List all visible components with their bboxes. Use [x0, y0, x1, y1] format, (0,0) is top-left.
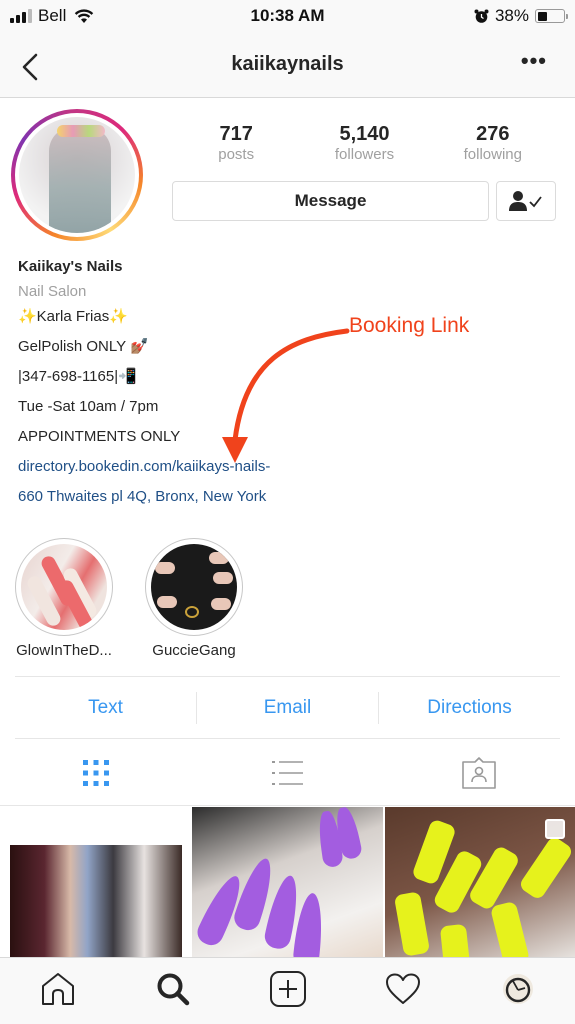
highlight-cover [151, 544, 237, 630]
profile-view-tabs [0, 740, 575, 806]
home-icon [41, 973, 74, 1005]
flower-crown-filter [57, 125, 105, 137]
nav-profile[interactable] [460, 958, 575, 1024]
status-right: 38% [474, 6, 568, 26]
highlight-cover [21, 544, 107, 630]
tagged-person-icon [462, 756, 496, 789]
nav-new-post[interactable] [230, 958, 345, 1024]
display-name: Kaiikay's Nails [18, 258, 123, 275]
text-button[interactable]: Text [15, 692, 196, 724]
bottom-navigation [0, 957, 575, 1024]
contact-actions: Text Email Directions [15, 676, 560, 739]
following-count: 276 [476, 123, 510, 145]
more-options-icon[interactable]: ••• [521, 50, 547, 72]
post-thumbnail[interactable] [192, 807, 383, 957]
tab-list-view[interactable] [192, 740, 384, 805]
profile-avatar-story-ring[interactable] [11, 109, 143, 241]
list-icon [271, 760, 303, 785]
search-icon [157, 973, 189, 1006]
stat-followers[interactable]: 5,140 followers [300, 122, 428, 164]
highlight-label: GuccieGang [152, 642, 236, 659]
post-thumbnail[interactable] [0, 807, 191, 957]
directions-button[interactable]: Directions [379, 692, 560, 724]
following-status-button[interactable] [496, 181, 556, 221]
grid-icon [82, 759, 109, 786]
following-label: following [463, 146, 522, 163]
nav-home[interactable] [0, 958, 115, 1024]
posts-count: 717 [219, 123, 253, 145]
heart-icon [385, 973, 420, 1004]
highlight-item[interactable]: GlowInTheD... [10, 538, 118, 659]
username-title: kaiikaynails [231, 53, 344, 75]
tab-grid-view[interactable] [0, 740, 192, 805]
highlight-label: GlowInTheD... [16, 642, 112, 659]
alarm-icon [474, 9, 489, 23]
profile-avatar-icon [502, 974, 533, 1004]
battery-icon [535, 9, 568, 23]
multiple-photos-icon [544, 819, 565, 839]
followers-count: 5,140 [339, 123, 390, 145]
business-category: Nail Salon [18, 283, 87, 300]
post-thumbnail[interactable] [384, 807, 575, 957]
add-post-icon [269, 971, 306, 1007]
stat-following[interactable]: 276 following [429, 122, 557, 164]
stat-posts[interactable]: 717 posts [172, 122, 300, 164]
nav-search[interactable] [115, 958, 230, 1024]
tab-tagged-view[interactable] [383, 740, 575, 805]
profile-stats: 717 posts 5,140 followers 276 following [172, 122, 557, 164]
back-chevron-icon[interactable] [18, 52, 44, 82]
nav-activity[interactable] [345, 958, 460, 1024]
annotation-arrow-icon [222, 328, 350, 463]
posts-label: posts [218, 146, 255, 163]
message-button[interactable]: Message [172, 181, 489, 221]
story-highlights: GlowInTheD... GuccieGang [10, 538, 248, 659]
profile-header-bar: kaiikaynails ••• [0, 34, 575, 98]
highlight-item[interactable]: GuccieGang [140, 538, 248, 659]
annotation-label: Booking Link [349, 314, 470, 337]
email-button[interactable]: Email [197, 692, 378, 724]
business-address-link[interactable]: 660 Thwaites pl 4Q, Bronx, New York [18, 486, 438, 516]
person-check-icon [509, 191, 542, 211]
profile-avatar [19, 117, 135, 233]
status-bar: Bell 10:38 AM 38% [0, 0, 575, 34]
battery-percent: 38% [494, 6, 529, 25]
followers-label: followers [334, 146, 395, 163]
posts-grid [0, 807, 575, 957]
post-image [10, 845, 182, 957]
